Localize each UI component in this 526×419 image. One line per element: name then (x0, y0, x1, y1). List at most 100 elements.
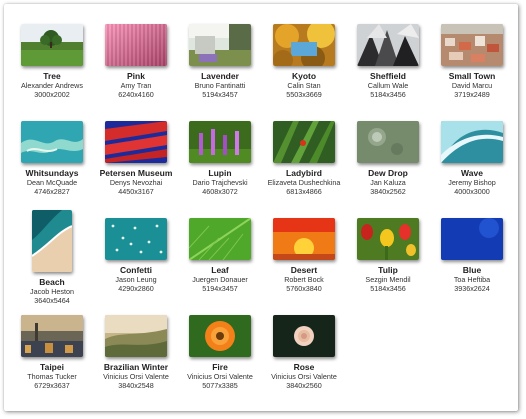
wallpaper-thumbnail[interactable] (273, 218, 335, 260)
wallpaper-thumbnail[interactable] (273, 315, 335, 357)
wallpaper-author: Amy Tran (120, 81, 152, 90)
wallpaper-title: Fire (212, 362, 228, 372)
wallpaper-title: Sheffield (370, 71, 406, 81)
thumbnail-frame (178, 113, 262, 163)
wallpaper-thumbnail[interactable] (273, 24, 335, 66)
wallpaper-item[interactable]: Rose Vinicius Orsi Valente 3840x2560 (262, 305, 346, 402)
wallpaper-grid: Tree Alexander Andrews 3000x2002 Pink Amy T… (10, 14, 514, 402)
wallpaper-thumbnail[interactable] (189, 315, 251, 357)
wallpaper-thumbnail[interactable] (105, 315, 167, 357)
wallpaper-title: Lupin (208, 168, 232, 178)
wallpaper-resolution: 5503x3669 (286, 90, 322, 99)
wallpaper-item[interactable]: Kyoto Calin Stan 5503x3669 (262, 14, 346, 111)
wallpaper-title: Dew Drop (368, 168, 408, 178)
wallpaper-thumbnail[interactable] (21, 121, 83, 163)
thumbnail-frame (346, 16, 430, 66)
thumbnail-frame (10, 113, 94, 163)
thumbnail-frame (430, 16, 514, 66)
thumbnail-frame (262, 16, 346, 66)
wallpaper-item[interactable]: Blue Toa Heftiba 3936x2624 (430, 208, 514, 305)
wallpaper-author: Sezgin Mendil (365, 275, 411, 284)
wallpaper-thumbnail[interactable] (441, 218, 503, 260)
wallpaper-resolution: 3000x2002 (34, 90, 70, 99)
wallpaper-thumbnail[interactable] (441, 24, 503, 66)
wallpaper-item[interactable]: Sheffield Callum Wale 5184x3456 (346, 14, 430, 111)
wallpaper-item[interactable]: Taipei Thomas Tucker 6729x3637 (10, 305, 94, 402)
wallpaper-item[interactable]: Ladybird Elizaveta Dushechkina 6813x4866 (262, 111, 346, 208)
wallpaper-item[interactable]: Wave Jeremy Bishop 4000x3000 (430, 111, 514, 208)
wallpaper-title: Tree (43, 71, 61, 81)
wallpaper-item[interactable]: Tree Alexander Andrews 3000x2002 (10, 14, 94, 111)
thumbnail-frame (262, 210, 346, 260)
wallpaper-thumbnail[interactable] (357, 121, 419, 163)
wallpaper-item[interactable]: Lupin Dario Trajchevski 4608x3072 (178, 111, 262, 208)
wallpaper-item[interactable]: Leaf Juergen Donauer 5194x3457 (178, 208, 262, 305)
wallpaper-thumbnail[interactable] (105, 24, 167, 66)
wallpaper-title: Leaf (211, 265, 229, 275)
wallpaper-resolution: 4450x3167 (118, 187, 154, 196)
wallpaper-thumbnail[interactable] (189, 121, 251, 163)
wallpaper-resolution: 5194x3457 (202, 284, 238, 293)
wallpaper-thumbnail[interactable] (105, 121, 167, 163)
wallpaper-title: Desert (290, 265, 318, 275)
wallpaper-title: Tulip (378, 265, 398, 275)
wallpaper-item[interactable]: Brazilian Winter Vinicius Orsi Valente 384… (94, 305, 178, 402)
wallpaper-item[interactable]: Whitsundays Dean McQuade 4746x2827 (10, 111, 94, 208)
wallpaper-author: Dario Trajchevski (192, 178, 248, 187)
wallpaper-resolution: 5077x3385 (202, 381, 238, 390)
wallpaper-item[interactable]: Small Town David Marcu 3719x2489 (430, 14, 514, 111)
wallpaper-resolution: 6729x3637 (34, 381, 70, 390)
wallpaper-title: Brazilian Winter (103, 362, 169, 372)
wallpaper-author: Vinicius Orsi Valente (103, 372, 169, 381)
thumbnail-frame (10, 210, 94, 272)
wallpaper-item[interactable]: Petersen Museum Denys Nevozhai 4450x3167 (94, 111, 178, 208)
wallpaper-item[interactable]: Dew Drop Jan Kaluza 3840x2562 (346, 111, 430, 208)
thumbnail-frame (94, 307, 178, 357)
wallpaper-thumbnail[interactable] (357, 218, 419, 260)
thumbnail-frame (94, 16, 178, 66)
wallpaper-thumbnail[interactable] (189, 24, 251, 66)
thumbnail-frame (178, 307, 262, 357)
wallpaper-resolution: 3840x2562 (370, 187, 406, 196)
wallpaper-resolution: 6813x4866 (286, 187, 322, 196)
wallpaper-thumbnail[interactable] (441, 121, 503, 163)
wallpaper-author: Vinicius Orsi Valente (187, 372, 253, 381)
wallpaper-item[interactable]: Desert Robert Bock 5760x3840 (262, 208, 346, 305)
wallpaper-item[interactable]: Fire Vinicius Orsi Valente 5077x3385 (178, 305, 262, 402)
wallpaper-title: Pink (127, 71, 145, 81)
thumbnail-frame (10, 307, 94, 357)
thumbnail-frame (178, 16, 262, 66)
wallpaper-thumbnail[interactable] (21, 315, 83, 357)
thumbnail-frame (94, 210, 178, 260)
wallpaper-title: Rose (293, 362, 315, 372)
wallpaper-author: David Marcu (451, 81, 493, 90)
wallpaper-resolution: 3936x2624 (454, 284, 490, 293)
wallpaper-author: Jan Kaluza (370, 178, 406, 187)
thumbnail-frame (262, 113, 346, 163)
thumbnail-frame (10, 16, 94, 66)
wallpaper-item[interactable]: Pink Amy Tran 6240x4160 (94, 14, 178, 111)
wallpaper-thumbnail[interactable] (189, 218, 251, 260)
wallpaper-thumbnail[interactable] (21, 24, 83, 66)
wallpaper-author: Bruno Fantinatti (194, 81, 246, 90)
wallpaper-item[interactable]: Lavender Bruno Fantinatti 5194x3457 (178, 14, 262, 111)
wallpaper-thumbnail[interactable] (273, 121, 335, 163)
wallpaper-title: Ladybird (286, 168, 322, 178)
wallpaper-thumbnail[interactable] (105, 218, 167, 260)
wallpaper-item[interactable]: Beach Jacob Heston 3640x5464 (10, 208, 94, 305)
wallpaper-item[interactable]: Tulip Sezgin Mendil 5184x3456 (346, 208, 430, 305)
thumbnail-frame (178, 210, 262, 260)
wallpaper-title: Lavender (201, 71, 239, 81)
wallpaper-resolution: 3719x2489 (454, 90, 490, 99)
wallpaper-author: Elizaveta Dushechkina (267, 178, 341, 187)
wallpaper-item[interactable]: Confetti Jason Leung 4290x2860 (94, 208, 178, 305)
wallpaper-title: Taipei (40, 362, 64, 372)
wallpaper-author: Toa Heftiba (453, 275, 491, 284)
wallpaper-author: Vinicius Orsi Valente (271, 372, 337, 381)
thumbnail-frame (430, 113, 514, 163)
wallpaper-resolution: 5194x3457 (202, 90, 238, 99)
wallpaper-resolution: 4290x2860 (118, 284, 154, 293)
wallpaper-thumbnail[interactable] (32, 210, 72, 272)
wallpaper-title: Confetti (119, 265, 153, 275)
wallpaper-thumbnail[interactable] (357, 24, 419, 66)
